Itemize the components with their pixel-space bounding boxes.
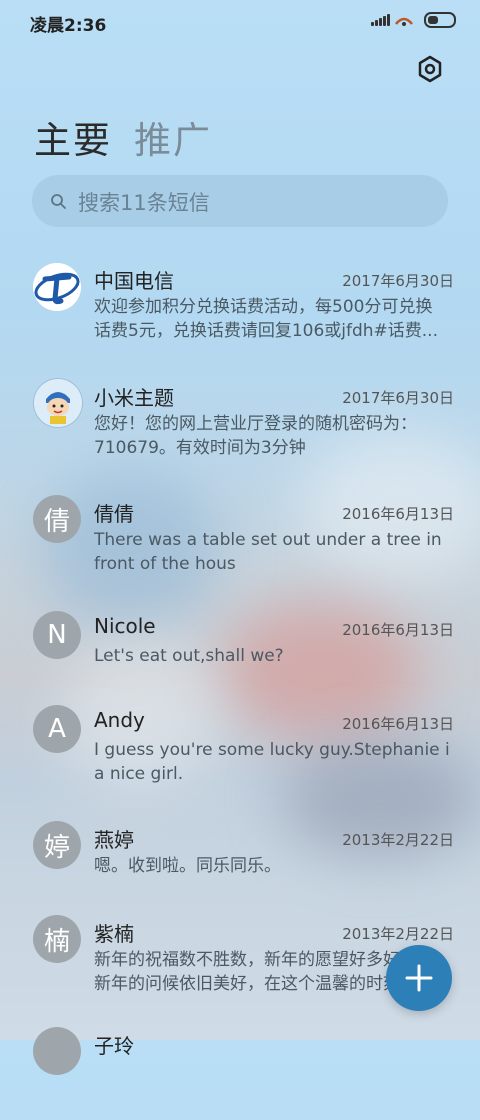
message-preview: 嗯。收到啦。同乐同乐。 (94, 856, 281, 876)
contact-avatar: 楠 (33, 915, 81, 963)
message-preview: 您好！您的网上营业厅登录的随机密码为： 710679。有效时间为3分钟 (94, 414, 417, 458)
conversation-item[interactable]: 子玲 (0, 1020, 480, 1120)
tab-promotions[interactable]: 推广 (134, 110, 212, 164)
contact-avatar (33, 1027, 81, 1075)
status-icons (371, 12, 456, 28)
message-preview: 欢迎参加积分兑换话费活动，每500分可兑换 话费5元，兑换话费请回复106或jf… (94, 297, 438, 341)
signal-icon (371, 14, 390, 26)
battery-icon (424, 12, 456, 28)
status-bar: 凌晨2:36 (0, 0, 480, 42)
message-date: 2013年2月22日 (342, 831, 454, 849)
contact-name: 倩倩 (94, 502, 134, 526)
message-preview: I guess you're some lucky guy.Stephanie … (94, 740, 450, 784)
contact-name: 子玲 (94, 1034, 134, 1058)
message-preview: Let's eat out,shall we? (94, 646, 284, 666)
cartoon-avatar (33, 378, 83, 428)
china-telecom-logo (33, 263, 81, 311)
message-date: 2017年6月30日 (342, 272, 454, 290)
contact-avatar: 倩 (33, 495, 81, 543)
conversation-item[interactable]: 倩 倩倩 2016年6月13日 There was a table set ou… (0, 488, 480, 588)
contact-name: Andy (94, 708, 145, 732)
contact-name: Nicole (94, 614, 156, 638)
conversation-item[interactable]: A Andy 2016年6月13日 I guess you're some lu… (0, 698, 480, 798)
message-date: 2016年6月13日 (342, 505, 454, 523)
message-date: 2016年6月13日 (342, 621, 454, 639)
contact-name: 小米主题 (94, 386, 174, 410)
conversation-item[interactable]: 婷 燕婷 2013年2月22日 嗯。收到啦。同乐同乐。 (0, 814, 480, 914)
message-date: 2013年2月22日 (342, 925, 454, 943)
tab-bar: 主要 推广 (34, 110, 212, 164)
plus-icon (405, 964, 433, 992)
status-time: 凌晨2:36 (30, 16, 107, 36)
new-message-button[interactable] (386, 945, 452, 1011)
conversation-item[interactable]: N Nicole 2016年6月13日 Let's eat out,shall … (0, 604, 480, 704)
settings-hexagon-icon[interactable] (416, 55, 444, 83)
conversation-item[interactable]: 小米主题 2017年6月30日 您好！您的网上营业厅登录的随机密码为： 7106… (0, 372, 480, 472)
contact-avatar: A (33, 705, 81, 753)
message-date: 2016年6月13日 (342, 715, 454, 733)
tab-primary[interactable]: 主要 (34, 110, 112, 164)
contact-name: 紫楠 (94, 922, 134, 946)
message-preview: There was a table set out under a tree i… (94, 530, 442, 574)
contact-name: 燕婷 (94, 828, 134, 852)
conversation-item[interactable]: 中国电信 2017年6月30日 欢迎参加积分兑换话费活动，每500分可兑换 话费… (0, 255, 480, 355)
search-icon (51, 194, 66, 209)
contact-avatar: 婷 (33, 821, 81, 869)
contact-avatar: N (33, 611, 81, 659)
message-date: 2017年6月30日 (342, 389, 454, 407)
wifi-icon (395, 17, 413, 26)
search-input[interactable]: 搜索11条短信 (32, 175, 448, 227)
contact-name: 中国电信 (94, 269, 174, 293)
search-placeholder: 搜索11条短信 (78, 191, 210, 215)
